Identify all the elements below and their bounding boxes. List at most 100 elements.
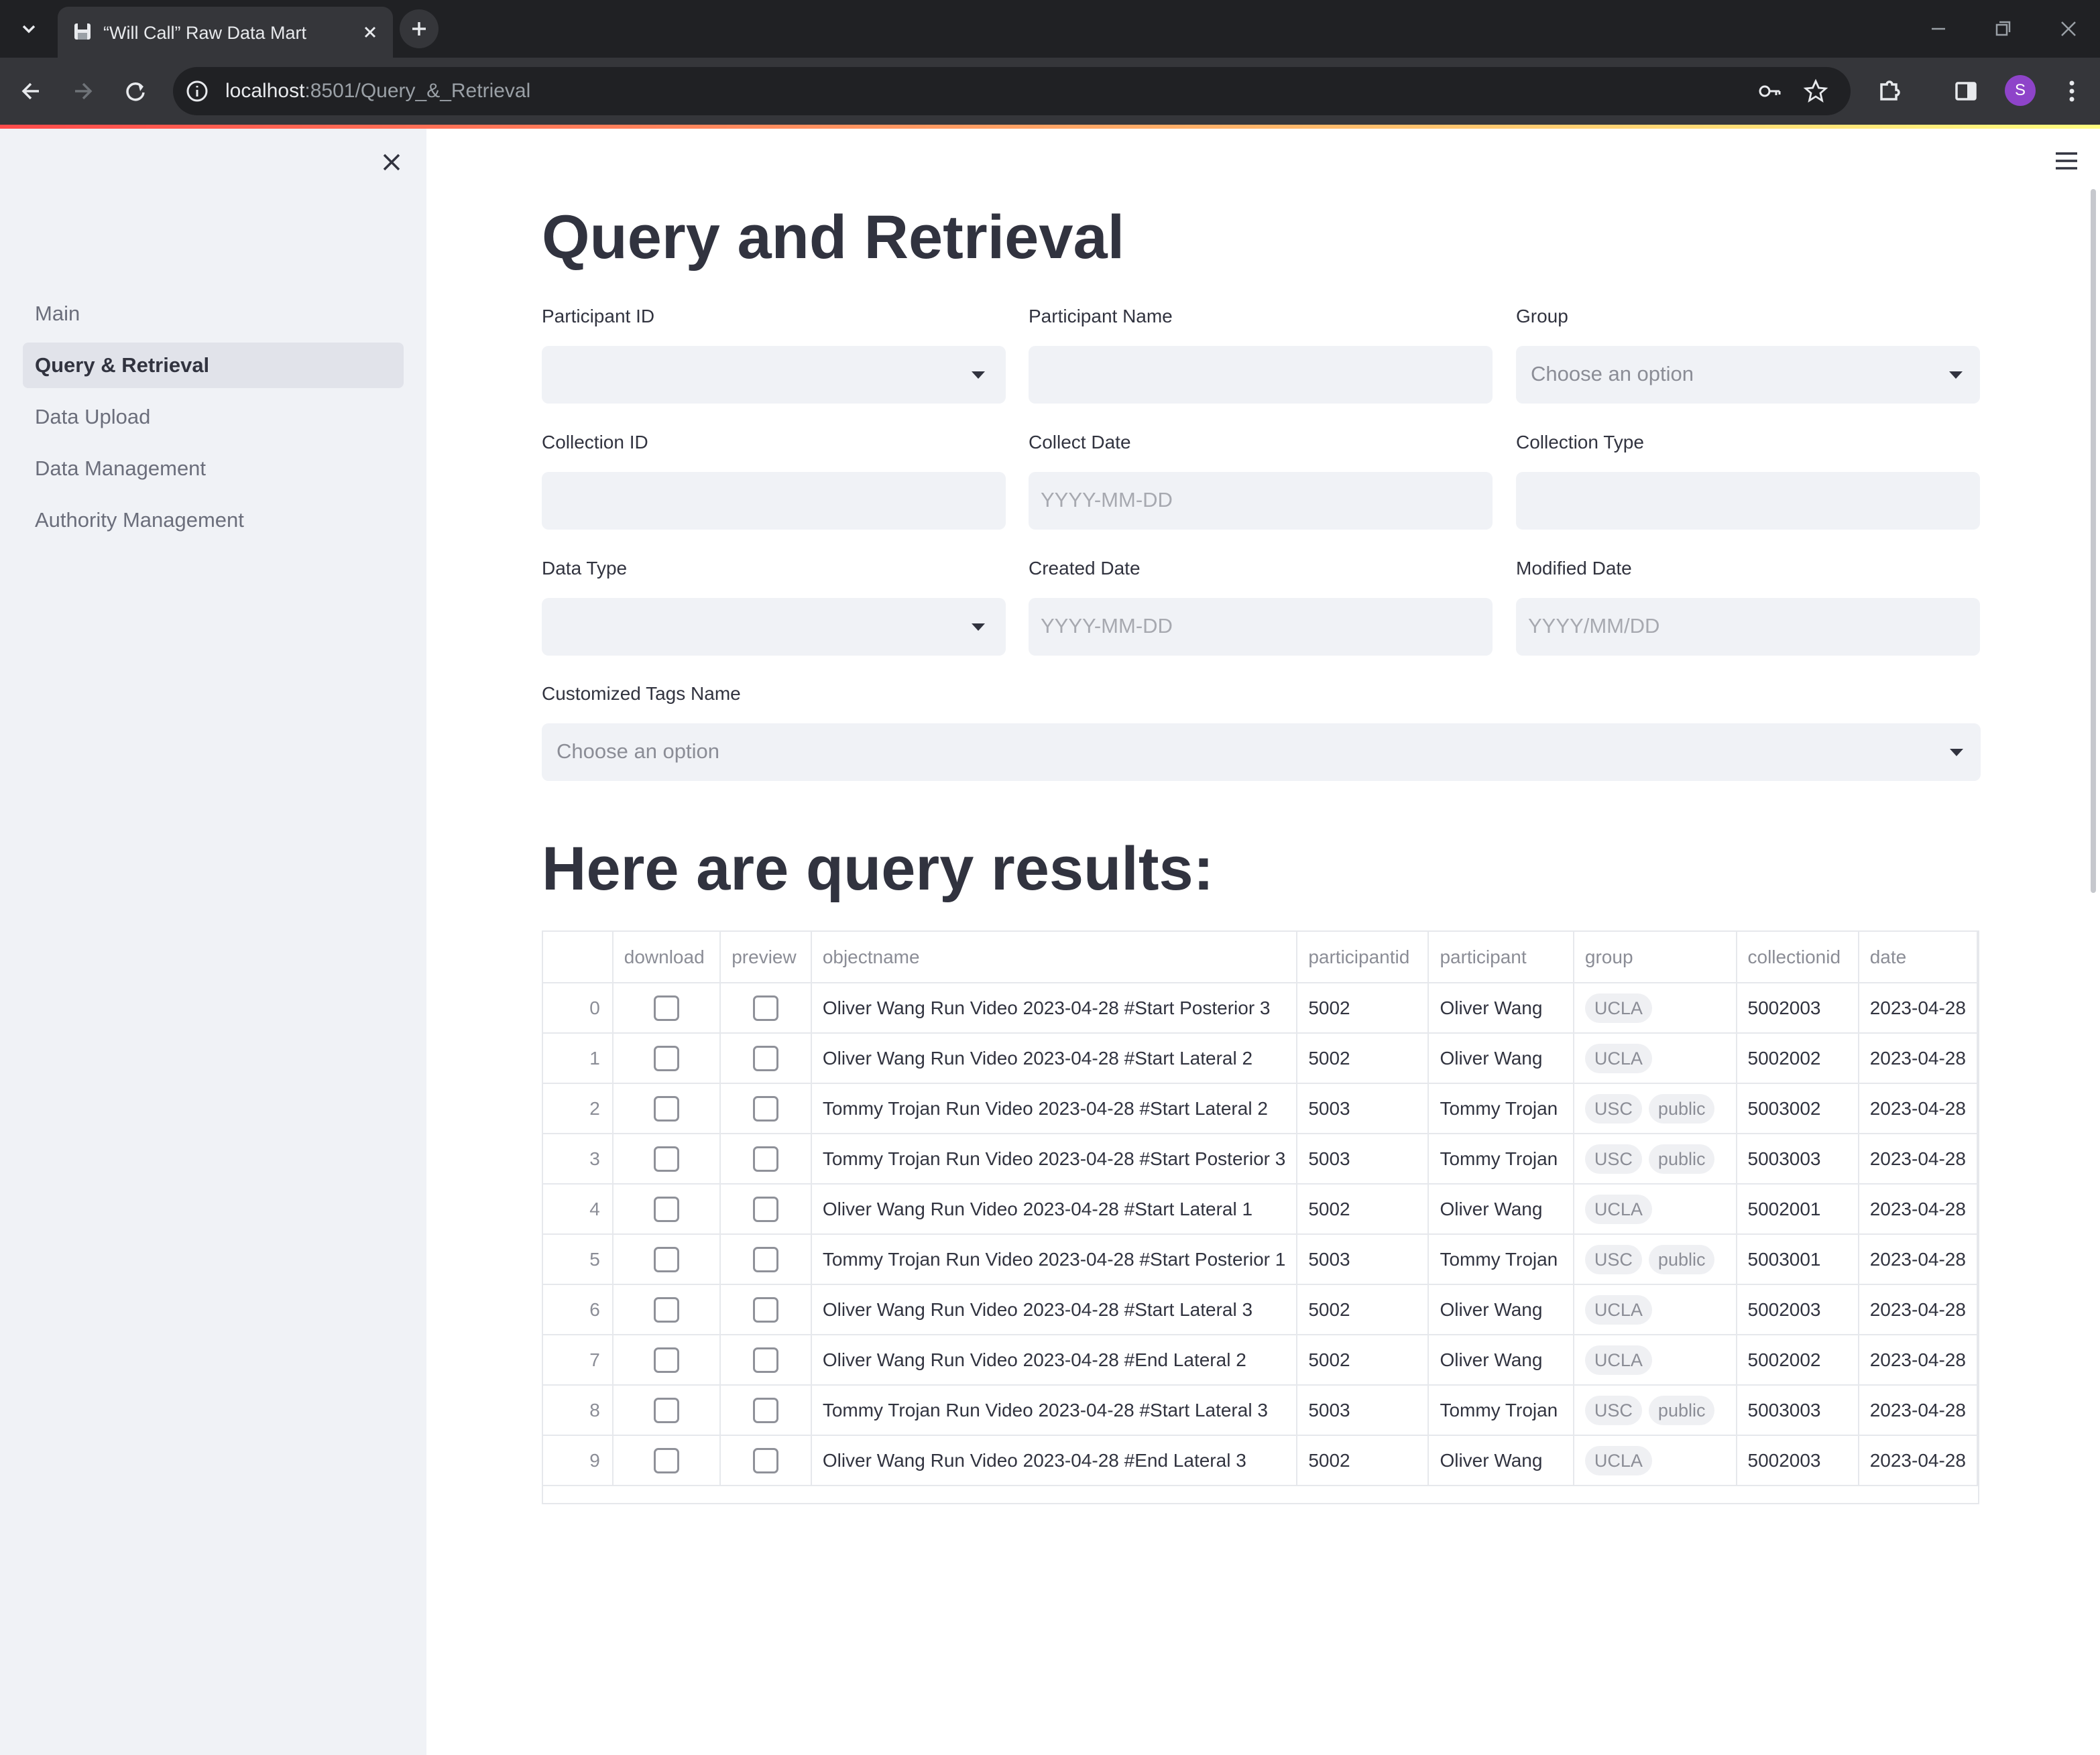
date-cell[interactable]: 2023-04-28 — [1858, 1033, 1978, 1084]
participantid-cell[interactable]: 5003 — [1297, 1083, 1430, 1134]
forward-arrow-icon[interactable] — [66, 74, 101, 109]
download-checkbox[interactable] — [654, 1146, 679, 1172]
participantid-cell[interactable]: 5002 — [1297, 1335, 1430, 1386]
download-checkbox[interactable] — [654, 1095, 679, 1122]
participant-id-select[interactable] — [542, 346, 1006, 404]
participant-cell[interactable]: Oliver Wang — [1428, 1033, 1574, 1084]
download-checkbox[interactable] — [654, 995, 679, 1021]
participantid-cell[interactable]: 5002 — [1297, 1284, 1430, 1335]
column-header-download[interactable]: download — [612, 932, 721, 983]
minimize-icon[interactable] — [1923, 13, 1954, 44]
main-menu-icon[interactable] — [2053, 149, 2080, 173]
preview-checkbox[interactable] — [753, 1397, 779, 1423]
participant-cell[interactable]: Tommy Trojan — [1428, 1083, 1574, 1134]
participantid-cell[interactable]: 5003 — [1297, 1385, 1430, 1436]
download-checkbox[interactable] — [654, 1347, 679, 1373]
collectionid-cell[interactable]: 5002002 — [1736, 1033, 1859, 1084]
password-key-icon[interactable] — [1757, 78, 1784, 105]
participant-cell[interactable]: Tommy Trojan — [1428, 1385, 1574, 1436]
participant-cell[interactable]: Oliver Wang — [1428, 1335, 1574, 1386]
data-type-select[interactable] — [542, 598, 1006, 656]
column-header-date[interactable]: date — [1858, 932, 1978, 983]
collectionid-cell[interactable]: 5002002 — [1736, 1335, 1859, 1386]
sidebar-item-main[interactable]: Main — [23, 291, 404, 337]
collectionid-cell[interactable]: 5003002 — [1736, 1083, 1859, 1134]
participantid-cell[interactable]: 5002 — [1297, 983, 1430, 1034]
group-cell[interactable]: UCLA — [1573, 983, 1737, 1034]
participant-cell[interactable]: Oliver Wang — [1428, 1184, 1574, 1235]
participantid-cell[interactable]: 5003 — [1297, 1134, 1430, 1185]
collectionid-cell[interactable]: 5003003 — [1736, 1385, 1859, 1436]
close-sidebar-icon[interactable] — [378, 149, 405, 176]
objectname-cell[interactable]: Tommy Trojan Run Video 2023-04-28 #Start… — [811, 1385, 1298, 1436]
sidebar-item-authority-management[interactable]: Authority Management — [23, 497, 404, 543]
page-scrollbar[interactable] — [2091, 189, 2096, 893]
objectname-cell[interactable]: Oliver Wang Run Video 2023-04-28 #Start … — [811, 983, 1298, 1034]
group-cell[interactable]: UCLA — [1573, 1033, 1737, 1084]
preview-checkbox[interactable] — [753, 1196, 779, 1222]
collectionid-cell[interactable]: 5002003 — [1736, 1435, 1859, 1486]
date-cell[interactable]: 2023-04-28 — [1858, 1335, 1978, 1386]
objectname-cell[interactable]: Tommy Trojan Run Video 2023-04-28 #Start… — [811, 1134, 1298, 1185]
participantid-cell[interactable]: 5002 — [1297, 1184, 1430, 1235]
collection-id-input[interactable] — [542, 472, 1006, 530]
download-checkbox[interactable] — [654, 1397, 679, 1423]
objectname-cell[interactable]: Oliver Wang Run Video 2023-04-28 #Start … — [811, 1284, 1298, 1335]
group-cell[interactable]: UCLA — [1573, 1435, 1737, 1486]
collectionid-cell[interactable]: 5002003 — [1736, 983, 1859, 1034]
download-checkbox[interactable] — [654, 1447, 679, 1473]
date-cell[interactable]: 2023-04-28 — [1858, 1234, 1978, 1285]
column-header-index[interactable] — [543, 932, 614, 983]
profile-avatar[interactable]: S — [2005, 75, 2036, 106]
reload-icon[interactable] — [118, 74, 153, 109]
collect-date-input[interactable]: YYYY-MM-DD — [1029, 472, 1493, 530]
column-header-preview[interactable]: preview — [720, 932, 812, 983]
results-data-grid[interactable]: download preview objectname participanti… — [542, 930, 1979, 1504]
column-header-collectionid[interactable]: collectionid — [1736, 932, 1859, 983]
close-tab-icon[interactable] — [358, 20, 382, 44]
participant-cell[interactable]: Oliver Wang — [1428, 1435, 1574, 1486]
sidebar-item-data-management[interactable]: Data Management — [23, 446, 404, 491]
extensions-puzzle-icon[interactable] — [1872, 74, 1907, 109]
objectname-cell[interactable]: Tommy Trojan Run Video 2023-04-28 #Start… — [811, 1234, 1298, 1285]
group-cell[interactable]: UCLA — [1573, 1284, 1737, 1335]
group-cell[interactable]: USC public — [1573, 1134, 1737, 1185]
preview-checkbox[interactable] — [753, 1296, 779, 1323]
participantid-cell[interactable]: 5003 — [1297, 1234, 1430, 1285]
preview-checkbox[interactable] — [753, 1447, 779, 1473]
date-cell[interactable]: 2023-04-28 — [1858, 1284, 1978, 1335]
column-header-group[interactable]: group — [1573, 932, 1737, 983]
side-panel-icon[interactable] — [1948, 74, 1983, 109]
download-checkbox[interactable] — [654, 1296, 679, 1323]
participant-name-input[interactable] — [1029, 346, 1493, 404]
modified-date-input[interactable]: YYYY/MM/DD — [1516, 598, 1980, 656]
participant-cell[interactable]: Tommy Trojan — [1428, 1134, 1574, 1185]
participant-cell[interactable]: Oliver Wang — [1428, 1284, 1574, 1335]
close-window-icon[interactable] — [2053, 13, 2084, 44]
column-header-participant[interactable]: participant — [1428, 932, 1574, 983]
download-checkbox[interactable] — [654, 1246, 679, 1272]
participantid-cell[interactable]: 5002 — [1297, 1033, 1430, 1084]
restore-icon[interactable] — [1987, 13, 2018, 44]
preview-checkbox[interactable] — [753, 1095, 779, 1122]
group-cell[interactable]: UCLA — [1573, 1335, 1737, 1386]
preview-checkbox[interactable] — [753, 1347, 779, 1373]
tab-search-chevron-icon[interactable] — [15, 15, 43, 43]
browser-tab[interactable]: “Will Call” Raw Data Mart — [58, 7, 393, 58]
collectionid-cell[interactable]: 5002001 — [1736, 1184, 1859, 1235]
group-cell[interactable]: UCLA — [1573, 1184, 1737, 1235]
back-arrow-icon[interactable] — [13, 74, 48, 109]
objectname-cell[interactable]: Oliver Wang Run Video 2023-04-28 #Start … — [811, 1184, 1298, 1235]
sidebar-item-query-retrieval[interactable]: Query & Retrieval — [23, 343, 404, 388]
url-text[interactable]: localhost:8501/Query_&_Retrieval — [225, 80, 530, 103]
participant-cell[interactable]: Oliver Wang — [1428, 983, 1574, 1034]
date-cell[interactable]: 2023-04-28 — [1858, 1435, 1978, 1486]
column-header-participantid[interactable]: participantid — [1297, 932, 1430, 983]
objectname-cell[interactable]: Oliver Wang Run Video 2023-04-28 #End La… — [811, 1335, 1298, 1386]
tags-multiselect[interactable]: Choose an option — [542, 723, 1981, 781]
date-cell[interactable]: 2023-04-28 — [1858, 983, 1978, 1034]
objectname-cell[interactable]: Oliver Wang Run Video 2023-04-28 #Start … — [811, 1033, 1298, 1084]
date-cell[interactable]: 2023-04-28 — [1858, 1134, 1978, 1185]
collection-type-input[interactable] — [1516, 472, 1980, 530]
preview-checkbox[interactable] — [753, 1045, 779, 1071]
